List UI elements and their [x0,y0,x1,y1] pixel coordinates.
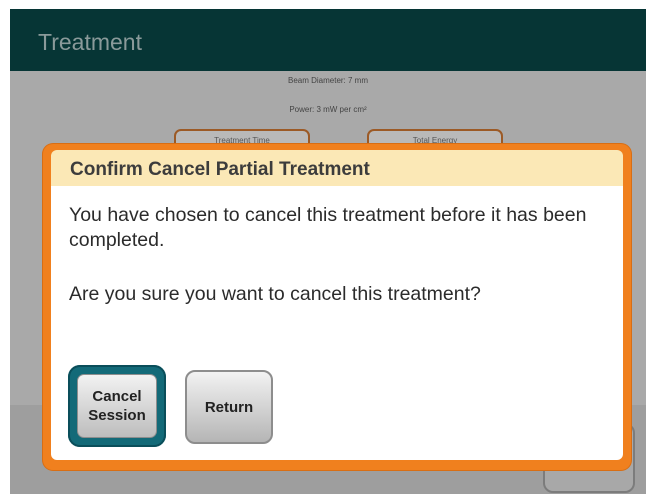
header-bar: Treatment [10,9,646,71]
cancel-session-face[interactable]: Cancel Session [77,374,157,438]
return-button[interactable]: Return [185,370,273,444]
cancel-session-button[interactable]: Cancel Session [68,365,166,447]
return-label: Return [204,398,254,416]
cancel-session-label: Cancel Session [88,388,146,424]
confirm-cancel-dialog: Confirm Cancel Partial Treatment You hav… [43,144,631,470]
dialog-title: Confirm Cancel Partial Treatment [70,159,370,180]
dialog-body: You have chosen to cancel this treatment… [51,186,623,460]
beam-diameter-text: Beam Diameter: 7 mm [287,76,369,85]
power-text: Power: 3 mW per cm² [289,105,367,114]
dialog-message-1: You have chosen to cancel this treatment… [69,204,587,251]
dialog-message-2: Are you sure you want to cancel this tre… [69,283,481,305]
dialog-header: Confirm Cancel Partial Treatment [51,150,623,186]
page-title: Treatment [38,29,142,55]
